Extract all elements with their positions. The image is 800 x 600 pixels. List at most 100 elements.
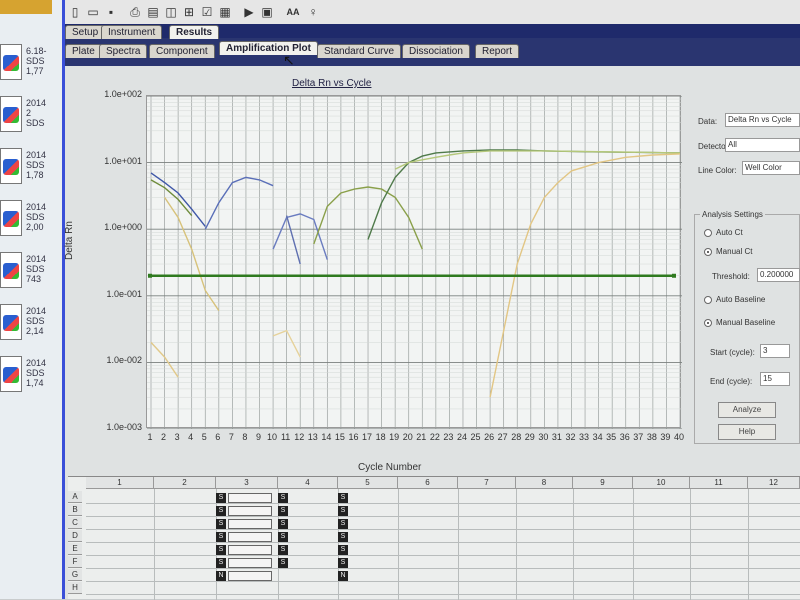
plate-row-divider <box>86 503 800 504</box>
plate-column-header[interactable]: 7 <box>458 477 516 489</box>
well-cell[interactable] <box>228 571 272 581</box>
plate-column-divider <box>458 489 459 600</box>
well-task-icon[interactable]: N <box>216 571 226 581</box>
data-select[interactable]: Delta Rn vs Cycle <box>725 113 800 127</box>
desktop-strip: 6.18- SDS 1,77 2014 2 SDS 2014 SDS 1,78 2014 SDS 2,… <box>0 0 62 599</box>
plate-column-header[interactable]: 2 <box>154 477 216 489</box>
well-task-icon[interactable]: S <box>216 519 226 529</box>
tab-component[interactable]: Component <box>149 44 215 58</box>
desktop-file[interactable]: 2014 SDS 1,78 <box>0 148 62 196</box>
well-task-icon[interactable]: S <box>216 493 226 503</box>
open-folder-icon[interactable]: ▭ <box>85 4 101 20</box>
plate-row-header[interactable]: B <box>68 504 82 516</box>
new-file-icon[interactable]: ▯ <box>67 4 83 20</box>
analyze-button[interactable]: Analyze <box>718 402 776 418</box>
manual-ct-radio[interactable] <box>704 248 712 256</box>
auto-baseline-radio[interactable] <box>704 296 712 304</box>
plate-row-header[interactable]: G <box>68 569 82 581</box>
tab-report[interactable]: Report <box>475 44 520 58</box>
plate-column-header[interactable]: 10 <box>633 477 690 489</box>
auto-baseline-label: Auto Baseline <box>716 295 766 304</box>
desktop-file[interactable]: 2014 SDS 2,00 <box>0 200 62 248</box>
auto-ct-radio[interactable] <box>704 229 712 237</box>
plate-column-header[interactable]: 8 <box>516 477 573 489</box>
tab-instrument[interactable]: Instrument <box>101 25 163 39</box>
well-cell[interactable] <box>228 519 272 529</box>
x-tick-label: 31 <box>551 432 562 442</box>
well-task-icon[interactable]: S <box>278 506 288 516</box>
threshold-input[interactable]: 0.200000 <box>757 268 800 282</box>
plate-column-header[interactable]: 12 <box>748 477 800 489</box>
zoom-icon[interactable]: ⊞ <box>181 4 197 20</box>
manual-baseline-radio[interactable] <box>704 319 712 327</box>
start-cycle-input[interactable]: 3 <box>760 344 790 358</box>
desktop-file[interactable]: 6.18- SDS 1,77 <box>0 44 62 92</box>
well-task-icon[interactable]: N <box>338 571 348 581</box>
tab-plate[interactable]: Plate <box>65 44 102 58</box>
well-task-icon[interactable]: S <box>216 558 226 568</box>
well-task-icon[interactable]: S <box>216 545 226 555</box>
run-icon[interactable]: ▶ <box>241 4 257 20</box>
well-task-icon[interactable]: S <box>278 558 288 568</box>
tab-amplification-plot[interactable]: Amplification Plot <box>219 41 318 55</box>
save-icon[interactable]: ▪ <box>103 4 119 20</box>
analyze-icon[interactable]: ▣ <box>259 4 275 20</box>
line-color-select[interactable]: Well Color <box>742 161 800 175</box>
well-cell[interactable] <box>228 532 272 542</box>
plate-column-header[interactable]: 6 <box>398 477 458 489</box>
end-cycle-input[interactable]: 15 <box>760 372 790 386</box>
plate-row-header[interactable]: C <box>68 517 82 529</box>
well-task-icon[interactable]: S <box>216 506 226 516</box>
well-task-icon[interactable]: S <box>338 558 348 568</box>
plate-row-header[interactable]: H <box>68 582 82 594</box>
tab-standard-curve[interactable]: Standard Curve <box>317 44 402 58</box>
plate-row-header[interactable]: F <box>68 556 82 568</box>
plate-column-header[interactable]: 5 <box>338 477 398 489</box>
layout-icon[interactable]: ▦ <box>217 4 233 20</box>
help-button[interactable]: Help <box>718 424 776 440</box>
threshold-handle-left[interactable] <box>148 273 152 278</box>
plate-column-header[interactable]: 9 <box>573 477 633 489</box>
well-task-icon[interactable]: S <box>216 532 226 542</box>
x-tick-label: 24 <box>456 432 467 442</box>
well-cell[interactable] <box>228 506 272 516</box>
desktop-file[interactable]: 2014 SDS 2,14 <box>0 304 62 352</box>
plate-row-header[interactable]: D <box>68 530 82 542</box>
threshold-label: Threshold: <box>712 272 750 281</box>
well-task-icon[interactable]: S <box>338 493 348 503</box>
well-task-icon[interactable]: S <box>278 545 288 555</box>
analysis-settings-title: Analysis Settings <box>700 210 765 219</box>
desktop-file[interactable]: 2014 2 SDS <box>0 96 62 144</box>
detector-select[interactable]: All <box>725 138 800 152</box>
well-task-icon[interactable]: S <box>338 519 348 529</box>
well-task-icon[interactable]: S <box>278 532 288 542</box>
well-task-icon[interactable]: S <box>278 519 288 529</box>
tab-dissociation[interactable]: Dissociation <box>402 44 470 58</box>
plate-row-header[interactable]: E <box>68 543 82 555</box>
plate-column-header[interactable]: 4 <box>278 477 338 489</box>
plate-column-header[interactable]: 11 <box>690 477 748 489</box>
well-task-icon[interactable]: S <box>338 506 348 516</box>
print-preview-icon[interactable]: ▤ <box>145 4 161 20</box>
well-cell[interactable] <box>228 558 272 568</box>
tab-spectra[interactable]: Spectra <box>99 44 148 58</box>
desktop-file[interactable]: 2014 SDS 1,74 <box>0 356 62 404</box>
tab-setup[interactable]: Setup <box>65 25 106 39</box>
desktop-file[interactable]: 2014 SDS 743 <box>0 252 62 300</box>
desktop-file-label: 2,14 <box>26 326 44 336</box>
well-cell[interactable] <box>228 493 272 503</box>
well-task-icon[interactable]: S <box>278 493 288 503</box>
well-task-icon[interactable]: S <box>338 545 348 555</box>
well-task-icon[interactable]: S <box>338 532 348 542</box>
checklist-icon[interactable]: ☑ <box>199 4 215 20</box>
print-icon[interactable]: ⎙ <box>127 4 143 20</box>
plate-column-header[interactable]: 1 <box>86 477 154 489</box>
plate-row-header[interactable]: A <box>68 491 82 503</box>
well-cell[interactable] <box>228 545 272 555</box>
plate-column-header[interactable]: 3 <box>216 477 278 489</box>
key-icon[interactable]: ♀ <box>305 4 321 20</box>
threshold-handle-right[interactable] <box>672 273 676 278</box>
font-icon[interactable]: AA <box>285 4 301 20</box>
tab-results[interactable]: Results <box>169 25 220 39</box>
find-icon[interactable]: ◫ <box>163 4 179 20</box>
